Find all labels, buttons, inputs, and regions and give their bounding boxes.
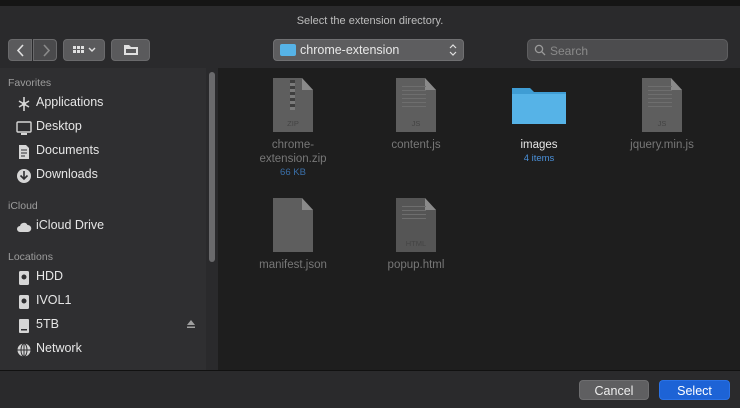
- sidebar-item-documents[interactable]: Documents: [14, 140, 204, 162]
- documents-icon: [19, 145, 29, 159]
- sidebar-item-hdd[interactable]: HDD: [14, 266, 204, 288]
- chevron-right-icon: [43, 44, 51, 57]
- file-name: popup.html: [387, 259, 445, 271]
- sidebar-item-label: Applications: [36, 95, 104, 109]
- disk-icon: [19, 271, 29, 285]
- sidebar-item-label: iCloud Drive: [36, 218, 105, 232]
- sidebar-item-label: Downloads: [36, 167, 98, 181]
- updown-arrows-icon: [449, 44, 457, 56]
- sidebar-item-label: HDD: [36, 269, 64, 283]
- sidebar-item-network[interactable]: Network: [14, 338, 204, 360]
- cancel-button[interactable]: Cancel: [579, 380, 649, 400]
- folder-item-images[interactable]: images 4 items: [484, 78, 594, 164]
- dialog-title: Select the extension directory.: [296, 15, 444, 27]
- html-file-icon: HTML: [396, 198, 436, 252]
- file-item-jquery[interactable]: JS jquery.min.js: [607, 78, 717, 152]
- toolbar: chrome-extension: [0, 34, 740, 68]
- sidebar-item-label: IVOL1: [36, 293, 72, 307]
- sidebar-item-ivol1[interactable]: IVOL1: [14, 290, 204, 312]
- path-selector[interactable]: chrome-extension: [273, 39, 464, 61]
- sidebar-section-favorites: Favorites: [8, 77, 52, 89]
- sidebar-item-label: Desktop: [36, 119, 82, 133]
- sidebar-item-icloud-drive[interactable]: iCloud Drive: [14, 215, 204, 237]
- file-browser: ZIP chrome-extension.zip 66 KB JS conten…: [218, 68, 740, 370]
- file-item-zip[interactable]: ZIP chrome-extension.zip 66 KB: [238, 78, 348, 178]
- folder-icon: [512, 88, 566, 124]
- sidebar-item-applications[interactable]: Applications: [14, 92, 204, 114]
- folder-action-icon: [124, 45, 138, 55]
- grid-view-icon: [73, 46, 96, 53]
- sidebar-item-5tb[interactable]: 5TB: [14, 314, 204, 336]
- sidebar: Favorites Applications Desktop Documents…: [0, 68, 206, 370]
- path-label: chrome-extension: [300, 43, 400, 57]
- applications-icon: [18, 97, 30, 111]
- chevron-left-icon: [16, 44, 24, 57]
- js-file-icon: JS: [642, 78, 682, 132]
- file-name: jquery.min.js: [630, 139, 694, 151]
- sidebar-item-label: Documents: [36, 143, 100, 157]
- forward-button[interactable]: [33, 39, 57, 61]
- network-icon: [17, 343, 31, 357]
- json-file-icon: [273, 198, 313, 252]
- zip-file-icon: ZIP: [273, 78, 313, 132]
- disk-icon: [19, 295, 29, 309]
- sidebar-item-label: Network: [36, 341, 82, 355]
- search-icon: [534, 44, 546, 56]
- file-size: 66 KB: [280, 167, 306, 178]
- search-input[interactable]: [548, 42, 722, 60]
- downloads-icon: [17, 169, 31, 183]
- view-options-button[interactable]: [63, 39, 105, 61]
- sidebar-section-locations: Locations: [8, 251, 53, 263]
- file-item-manifest[interactable]: manifest.json: [238, 198, 348, 272]
- file-item-popup[interactable]: HTML popup.html: [361, 198, 471, 272]
- file-name: content.js: [391, 139, 441, 151]
- desktop-icon: [16, 121, 32, 135]
- new-folder-button[interactable]: [111, 39, 150, 61]
- file-item-content-js[interactable]: JS content.js: [361, 78, 471, 152]
- select-button[interactable]: Select: [659, 380, 730, 400]
- eject-icon[interactable]: [186, 319, 196, 329]
- file-name: chrome-extension.zip: [259, 139, 327, 165]
- folder-icon: [280, 44, 296, 56]
- search-field[interactable]: [527, 39, 728, 61]
- sidebar-scrollbar[interactable]: [206, 68, 218, 370]
- dialog-footer: Cancel Select: [0, 370, 740, 408]
- nav-buttons: [8, 39, 58, 61]
- sidebar-section-icloud: iCloud: [8, 200, 38, 212]
- js-file-icon: JS: [396, 78, 436, 132]
- cloud-icon: [17, 222, 32, 232]
- drive-icon: [19, 319, 29, 333]
- sidebar-item-label: 5TB: [36, 317, 59, 331]
- back-button[interactable]: [8, 39, 32, 61]
- folder-item-count: 4 items: [523, 153, 555, 164]
- sidebar-item-downloads[interactable]: Downloads: [14, 164, 204, 186]
- file-name: manifest.json: [259, 259, 327, 271]
- sidebar-item-desktop[interactable]: Desktop: [14, 116, 204, 138]
- scrollbar-thumb[interactable]: [209, 72, 215, 262]
- folder-name: images: [520, 139, 558, 151]
- window-top-edge: [0, 0, 740, 6]
